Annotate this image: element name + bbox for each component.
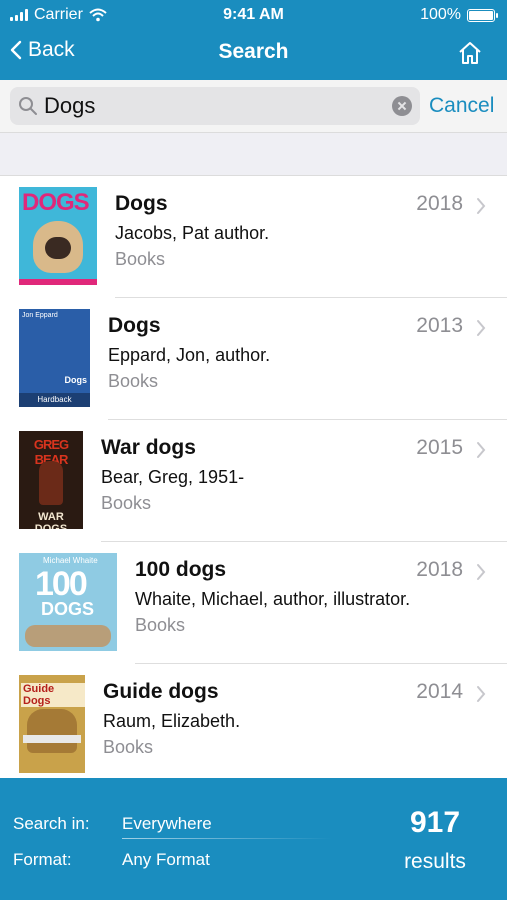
filter-divider	[122, 838, 332, 839]
cover-title-text: DOGS	[41, 599, 95, 619]
cover-dog-photo	[27, 709, 77, 753]
nav-bar: Back Search	[0, 30, 507, 80]
format-selector[interactable]: Any Format	[122, 850, 210, 870]
search-bar: Cancel	[0, 80, 507, 132]
result-row[interactable]: Michael Whaite 100 DOGS 100 dogs Whaite,…	[0, 542, 507, 664]
cover-title-text: DOGS	[22, 189, 90, 216]
battery-icon	[467, 8, 498, 22]
result-year: 2013	[416, 314, 463, 337]
result-year: 2014	[416, 680, 463, 703]
cover-stripe	[19, 279, 97, 285]
search-icon	[19, 97, 37, 115]
result-title: 100 dogs	[135, 558, 227, 581]
result-format: Books	[135, 615, 186, 635]
result-year: 2018	[416, 558, 463, 581]
result-format: Books	[103, 737, 154, 757]
result-title: War dogs	[101, 436, 196, 459]
cover-figure	[39, 461, 63, 505]
result-year: 2018	[416, 192, 463, 215]
cover-footer-band: Hardback	[19, 393, 90, 407]
cover-dogs-illustration	[25, 625, 111, 647]
cover-dog-face	[45, 237, 71, 259]
book-cover: DOGS	[19, 187, 97, 285]
book-cover: GREG BEAR WAR DOGS	[19, 431, 83, 529]
result-author: Eppard, Jon, author.	[108, 345, 271, 365]
book-cover: Michael Whaite 100 DOGS	[19, 553, 117, 651]
back-label: Back	[28, 38, 75, 61]
battery-percent: 100%	[420, 6, 461, 23]
results-count: 917	[409, 806, 461, 839]
result-author: Jacobs, Pat author.	[115, 223, 270, 243]
cover-title-text: Dogs	[64, 375, 88, 385]
result-year: 2015	[416, 436, 463, 459]
chevron-right-icon	[477, 564, 486, 580]
top-bar: Carrier 9:41 AM 100% Back Search	[0, 0, 507, 80]
result-title: Guide dogs	[103, 680, 219, 703]
cover-footer-text: Hardback	[37, 395, 72, 404]
result-author: Bear, Greg, 1951-	[101, 467, 245, 487]
result-format: Books	[115, 249, 166, 269]
section-spacer	[0, 132, 507, 176]
results-list: DOGS Dogs Jacobs, Pat author. Books 2018…	[0, 176, 507, 786]
cancel-button[interactable]: Cancel	[429, 94, 494, 118]
result-row[interactable]: Jon Eppard Dogs Hardback Dogs Eppard, Jo…	[0, 298, 507, 420]
search-in-selector[interactable]: Everywhere	[122, 814, 212, 834]
format-label: Format:	[13, 850, 72, 869]
home-icon[interactable]	[457, 40, 483, 66]
status-right: 100%	[420, 6, 498, 24]
clear-icon[interactable]	[392, 96, 412, 116]
result-row[interactable]: Guide Dogs Guide dogs Raum, Elizabeth. B…	[0, 664, 507, 786]
cover-title-text: WAR DOGS	[34, 511, 68, 529]
chevron-right-icon	[477, 686, 486, 702]
result-author: Raum, Elizabeth.	[103, 711, 241, 731]
result-author: Whaite, Michael, author, illustrator.	[135, 589, 411, 609]
search-in-label: Search in:	[13, 814, 90, 833]
search-screen: Carrier 9:41 AM 100% Back Search Dogs Ca…	[0, 0, 507, 900]
result-format: Books	[101, 493, 152, 513]
cover-harness	[23, 735, 81, 743]
search-summary-bar: Search in: Everywhere Format: Any Format…	[0, 778, 507, 900]
cover-author-text: Michael Whaite	[43, 556, 98, 565]
cover-author-text: Jon Eppard	[22, 312, 58, 319]
chevron-right-icon	[477, 198, 486, 214]
search-input[interactable]	[44, 90, 384, 122]
back-button[interactable]: Back	[10, 38, 75, 62]
result-row[interactable]: DOGS Dogs Jacobs, Pat author. Books 2018	[0, 176, 507, 298]
book-cover: Jon Eppard Dogs Hardback	[19, 309, 90, 407]
battery-fill	[469, 10, 493, 20]
cover-title-text: Guide Dogs	[21, 683, 85, 707]
page-title: Search	[218, 40, 289, 63]
result-row[interactable]: GREG BEAR WAR DOGS War dogs Bear, Greg, …	[0, 420, 507, 542]
status-bar: Carrier 9:41 AM 100%	[0, 0, 507, 30]
chevron-right-icon	[477, 320, 486, 336]
chevron-right-icon	[477, 442, 486, 458]
book-cover: Guide Dogs	[19, 675, 85, 773]
chevron-left-icon	[10, 40, 22, 60]
results-count-label: results	[404, 850, 466, 873]
result-title: Dogs	[108, 314, 161, 337]
result-title: Dogs	[115, 192, 168, 215]
result-format: Books	[108, 371, 159, 391]
search-field[interactable]	[10, 87, 420, 125]
